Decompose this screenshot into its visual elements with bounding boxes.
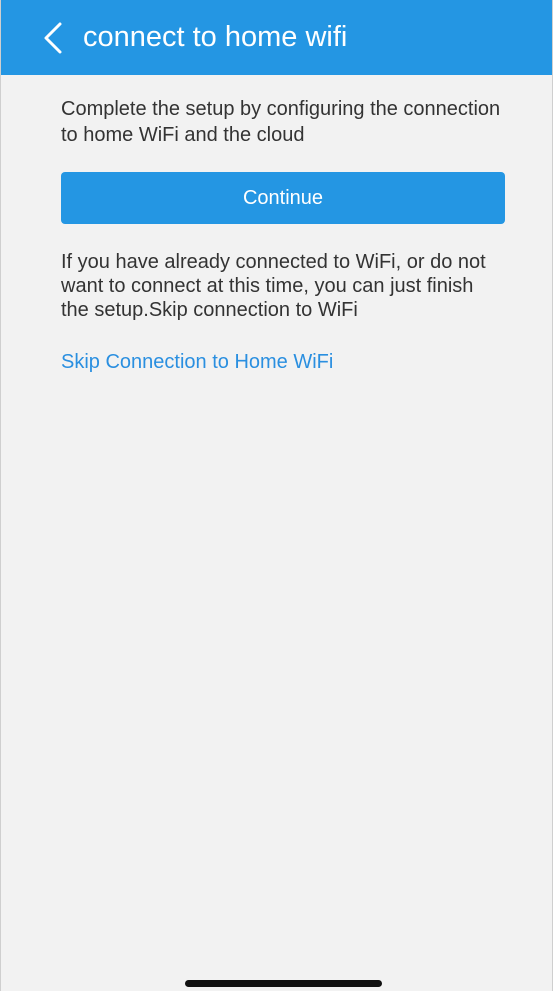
back-button[interactable]: [29, 8, 77, 68]
main-content: Complete the setup by configuring the co…: [61, 96, 511, 374]
page-title: connect to home wifi: [83, 21, 348, 53]
chevron-left-icon: [44, 22, 62, 53]
intro-text: Complete the setup by configuring the co…: [61, 98, 501, 146]
app-header: connect to home wifi: [1, 0, 552, 75]
setup-screen: connect to home wifi Complete the setup …: [0, 0, 553, 991]
continue-button[interactable]: Continue: [61, 172, 505, 224]
skip-note-text: If you have already connected to WiFi, o…: [61, 251, 486, 321]
skip-connection-link[interactable]: Skip Connection to Home WiFi: [61, 351, 333, 374]
home-indicator: [185, 980, 382, 987]
